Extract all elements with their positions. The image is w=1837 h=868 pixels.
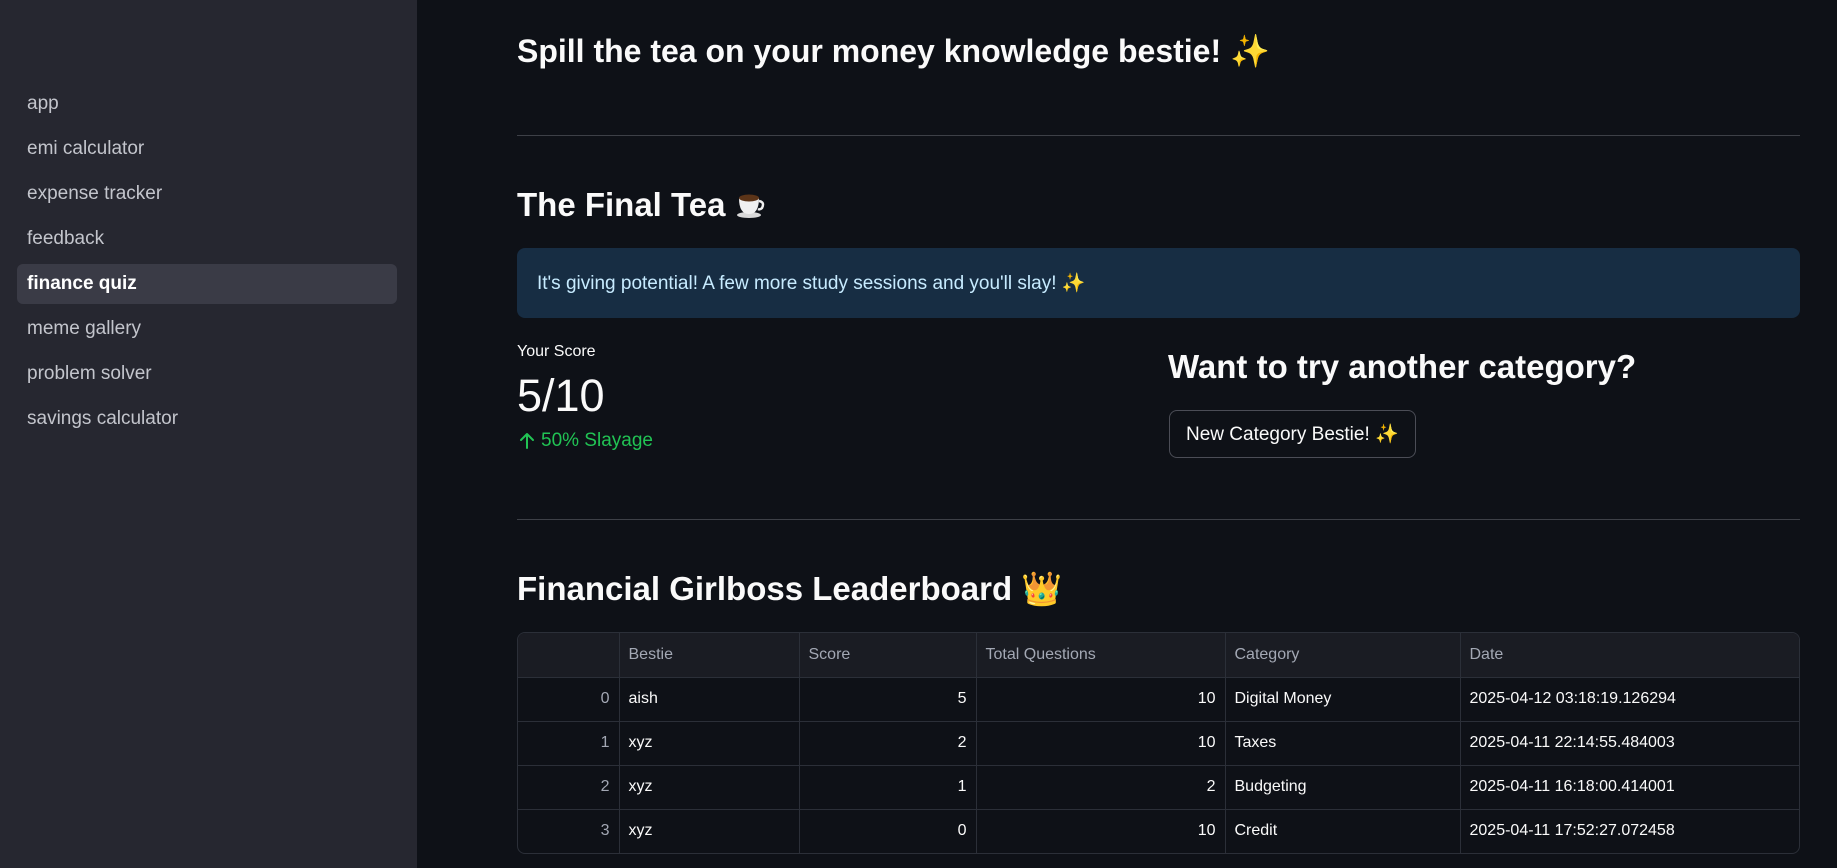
- results-heading: The Final Tea: [517, 186, 765, 224]
- category-cell[interactable]: Taxes: [1225, 721, 1461, 766]
- result-info-message: It's giving potential! A few more study …: [537, 273, 1086, 294]
- score-delta-text: 50% Slayage: [541, 430, 653, 451]
- divider: [517, 519, 1800, 520]
- score-cell[interactable]: 0: [799, 809, 977, 853]
- sidebar-item-finance-quiz[interactable]: finance quiz: [17, 264, 397, 304]
- score-cell[interactable]: 1: [799, 765, 977, 810]
- arrow-up-icon: [520, 433, 534, 449]
- sidebar-nav: app emi calculator expense tracker feedb…: [17, 84, 397, 444]
- score-metric-label: Your Score: [517, 343, 596, 360]
- results-heading-text: The Final Tea: [517, 186, 726, 223]
- main-content: Spill the tea on your money knowledge be…: [517, 0, 1800, 868]
- column-header-total-questions[interactable]: Total Questions: [976, 633, 1226, 678]
- sidebar-item-app[interactable]: app: [17, 84, 397, 124]
- table-header-row: Bestie Score Total Questions Category Da…: [518, 633, 1799, 678]
- sidebar-item-emi-calculator[interactable]: emi calculator: [17, 129, 397, 169]
- bestie-cell[interactable]: aish: [619, 677, 800, 722]
- total-questions-cell[interactable]: 10: [976, 809, 1226, 853]
- category-cell[interactable]: Credit: [1225, 809, 1461, 853]
- sidebar-item-expense-tracker[interactable]: expense tracker: [17, 174, 397, 214]
- row-index: 1: [518, 721, 620, 766]
- score-cell[interactable]: 2: [799, 721, 977, 766]
- table-row[interactable]: 3 xyz 0 10 Credit 2025-04-11 17:52:27.07…: [518, 809, 1799, 853]
- row-index: 3: [518, 809, 620, 853]
- date-cell[interactable]: 2025-04-11 16:18:00.414001: [1460, 765, 1799, 810]
- total-questions-cell[interactable]: 2: [976, 765, 1226, 810]
- column-header-score[interactable]: Score: [799, 633, 977, 678]
- result-info-alert: It's giving potential! A few more study …: [517, 248, 1800, 318]
- category-cell[interactable]: Digital Money: [1225, 677, 1461, 722]
- sidebar: app emi calculator expense tracker feedb…: [0, 0, 417, 868]
- category-cell[interactable]: Budgeting: [1225, 765, 1461, 810]
- bestie-cell[interactable]: xyz: [619, 809, 800, 853]
- row-index: 0: [518, 677, 620, 722]
- date-cell[interactable]: 2025-04-11 22:14:55.484003: [1460, 721, 1799, 766]
- column-header-index[interactable]: [518, 633, 620, 678]
- sidebar-item-feedback[interactable]: feedback: [17, 219, 397, 259]
- score-metric-value: 5/10: [517, 370, 605, 421]
- score-cell[interactable]: 5: [799, 677, 977, 722]
- date-cell[interactable]: 2025-04-12 03:18:19.126294: [1460, 677, 1799, 722]
- date-cell[interactable]: 2025-04-11 17:52:27.072458: [1460, 809, 1799, 853]
- column-header-category[interactable]: Category: [1225, 633, 1461, 678]
- try-another-heading: Want to try another category?: [1168, 348, 1637, 385]
- total-questions-cell[interactable]: 10: [976, 677, 1226, 722]
- leaderboard-heading: Financial Girlboss Leaderboard 👑: [517, 570, 1063, 607]
- column-header-date[interactable]: Date: [1460, 633, 1799, 678]
- row-index: 2: [518, 765, 620, 810]
- column-header-bestie[interactable]: Bestie: [619, 633, 800, 678]
- leaderboard-table[interactable]: Bestie Score Total Questions Category Da…: [517, 632, 1800, 854]
- sidebar-item-problem-solver[interactable]: problem solver: [17, 354, 397, 394]
- table-row[interactable]: 0 aish 5 10 Digital Money 2025-04-12 03:…: [518, 677, 1799, 722]
- sidebar-item-savings-calculator[interactable]: savings calculator: [17, 399, 397, 439]
- score-metric-delta: 50% Slayage: [517, 430, 653, 452]
- page-title: Spill the tea on your money knowledge be…: [517, 33, 1270, 69]
- new-category-button[interactable]: New Category Bestie! ✨: [1169, 410, 1416, 458]
- total-questions-cell[interactable]: 10: [976, 721, 1226, 766]
- sidebar-item-meme-gallery[interactable]: meme gallery: [17, 309, 397, 349]
- divider: [517, 135, 1800, 136]
- bestie-cell[interactable]: xyz: [619, 721, 800, 766]
- coffee-cup-icon: [737, 194, 765, 218]
- table-row[interactable]: 1 xyz 2 10 Taxes 2025-04-11 22:14:55.484…: [518, 721, 1799, 766]
- bestie-cell[interactable]: xyz: [619, 765, 800, 810]
- table-row[interactable]: 2 xyz 1 2 Budgeting 2025-04-11 16:18:00.…: [518, 765, 1799, 810]
